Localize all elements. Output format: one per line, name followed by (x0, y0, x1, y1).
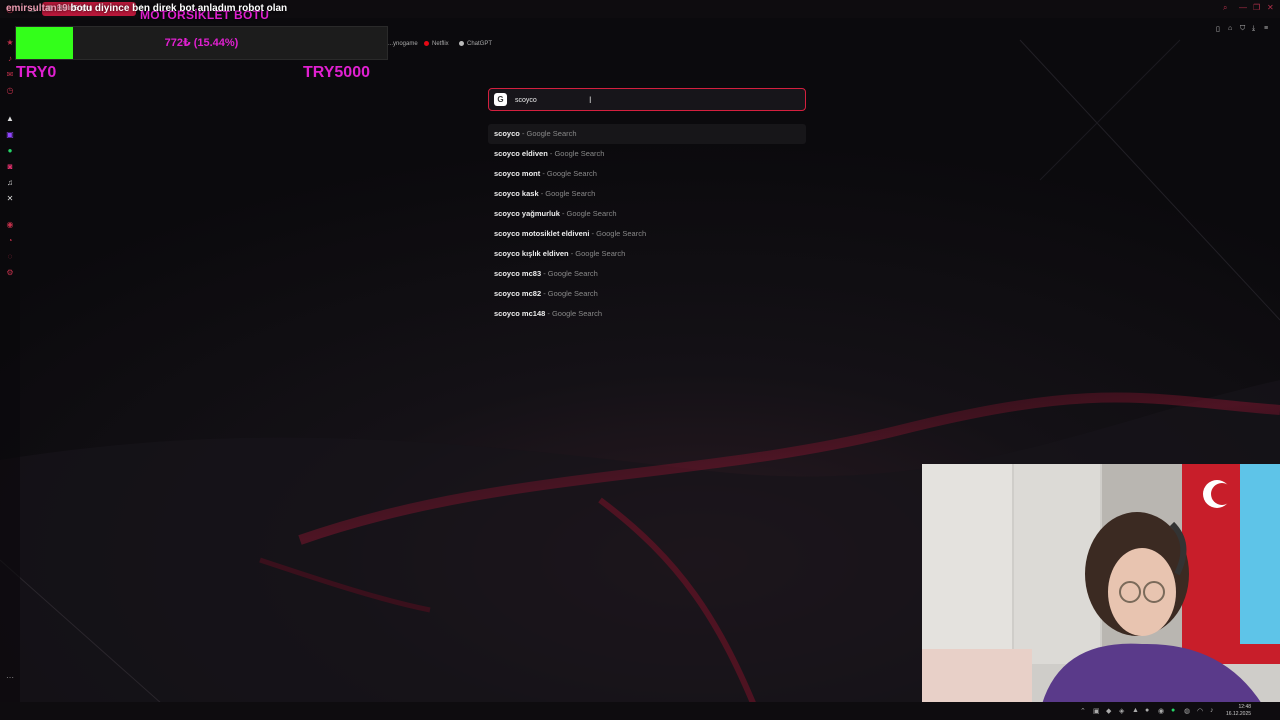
suggestion-query: scoyco mc83 (494, 269, 542, 278)
suggestion-query: scoyco motosiklet eldiveni (494, 229, 590, 238)
sidebar-chat-icon[interactable]: ◌ (5, 252, 15, 262)
tray-app-icon[interactable]: ● (1145, 707, 1149, 714)
tray-whatsapp-icon[interactable]: ● (1171, 707, 1175, 714)
suggestion-item[interactable]: scoyco mc82 - Google Search (488, 284, 806, 304)
suggestion-source: - Google Search (547, 149, 605, 158)
tray-app-icon[interactable]: ◍ (1184, 707, 1190, 715)
sidebar-x-icon[interactable]: ✕ (5, 194, 15, 204)
taskbar: ⌃ ▣ ◆ ◈ ▲ ● ◉ ● ◍ ◠ ♪ 12:48 16.12.2025 (0, 702, 1280, 720)
tray-app-icon[interactable]: ◆ (1106, 707, 1111, 715)
sidebar-instagram-icon[interactable]: ◙ (5, 162, 15, 172)
download-icon[interactable]: ⤓ (1252, 25, 1255, 33)
suggestion-source: - Google Search (541, 269, 598, 278)
suggestion-query: scoyco kask (494, 189, 539, 198)
sidebar-whatsapp-icon[interactable]: ● (5, 146, 15, 156)
google-icon: G (494, 93, 507, 106)
suggestion-source: - Google Search (559, 209, 617, 218)
suggestion-item[interactable]: scoyco eldiven - Google Search (488, 144, 806, 164)
bookmark-icon[interactable]: ▯ (1216, 25, 1220, 33)
suggestion-item[interactable]: scoyco motosiklet eldiveni - Google Sear… (488, 224, 806, 244)
sidebar-history-icon[interactable]: ◷ (5, 86, 15, 96)
suggestion-source: - Google Search (538, 189, 596, 198)
fund-min-label: TRY0 (16, 64, 57, 81)
suggestion-query: scoyco mc82 (494, 289, 542, 298)
minimize-icon[interactable]: — (1239, 3, 1247, 12)
sidebar-music-icon[interactable]: ♪ (5, 54, 15, 64)
suggestion-item[interactable]: scoyco mc148 - Google Search (488, 304, 806, 324)
fund-max-label: TRY5000 (303, 64, 370, 81)
suggestion-query: scoyco yağmurluk (494, 209, 560, 218)
browser-sidebar: ★ ♪ ✉ ◷ ▲ ▣ ● ◙ ♫ ✕ ◉ ◔ ◌ ⚙ ⋯ (0, 18, 20, 720)
suggestion-source: - Google Search (540, 169, 597, 178)
suggestion-item[interactable]: scoyco mc83 - Google Search (488, 264, 806, 284)
suggestion-query: scoyco mont (494, 169, 541, 178)
bookmark-item[interactable]: ...ynogame (388, 41, 418, 47)
search-bar[interactable]: G I (488, 88, 806, 111)
webcam-image (922, 464, 1280, 704)
suggestion-item[interactable]: scoyco mont - Google Search (488, 164, 806, 184)
suggestion-item[interactable]: scoyco - Google Search (488, 124, 806, 144)
sidebar-more-icon[interactable]: ⋯ (5, 673, 15, 683)
sidebar-settings-icon[interactable]: ⚙ (5, 268, 15, 278)
sidebar-twitch-icon[interactable]: ▣ (5, 130, 15, 140)
volume-icon[interactable]: ♪ (1210, 707, 1214, 714)
tray-chevron-icon[interactable]: ⌃ (1080, 707, 1086, 715)
suggestion-query: scoyco kışlık eldiven (494, 249, 569, 258)
suggestion-item[interactable]: scoyco kask - Google Search (488, 184, 806, 204)
lock-icon[interactable]: ⌂ (1228, 25, 1232, 32)
search-suggestions: scoyco - Google Search scoyco eldiven - G… (488, 124, 806, 324)
tray-app-icon[interactable]: ▣ (1093, 707, 1100, 715)
bookmark-chatgpt[interactable]: ChatGPT (459, 41, 492, 47)
suggestion-source: - Google Search (541, 289, 598, 298)
sidebar-pinboard-icon[interactable]: ◉ (5, 220, 15, 230)
sidebar-tiktok-icon[interactable]: ♫ (5, 178, 15, 188)
sidebar-messenger-icon[interactable]: ✉ (5, 70, 15, 80)
suggestion-query: scoyco mc148 (494, 309, 546, 318)
sidebar-bookmarks-icon[interactable]: ★ (5, 38, 15, 48)
wifi-icon[interactable]: ◠ (1197, 707, 1203, 715)
bookmark-netflix[interactable]: Netflix (424, 41, 449, 47)
stream-chat-message: emirsultan19 botu diyince ben direk bot … (6, 3, 287, 14)
suggestion-item[interactable]: scoyco kışlık eldiven - Google Search (488, 244, 806, 264)
shield-icon[interactable]: ⛉ (1240, 25, 1245, 33)
chat-username: emirsultan19 (6, 3, 68, 14)
suggestion-item[interactable]: scoyco yağmurluk - Google Search (488, 204, 806, 224)
netflix-icon (424, 41, 429, 46)
search-tabs-icon[interactable]: ⌕ (1223, 3, 1227, 13)
chatgpt-icon (459, 41, 464, 46)
tray-app-icon[interactable]: ◈ (1119, 707, 1124, 715)
text-cursor-icon: I (589, 95, 592, 105)
fund-progress-text: 772₺ (15.44%) (164, 37, 239, 49)
suggestion-source: - Google Search (519, 129, 577, 138)
fund-progress-bar: 772₺ (15.44%) (15, 26, 388, 60)
suggestion-source: - Google Search (545, 309, 602, 318)
suggestion-source: - Google Search (589, 229, 647, 238)
search-input[interactable] (515, 92, 765, 108)
sidebar-clock-icon[interactable]: ◔ (5, 236, 15, 246)
menu-icon[interactable]: ≡ (1264, 25, 1268, 32)
suggestion-query: scoyco eldiven (494, 149, 548, 158)
close-icon[interactable]: ✕ (1267, 3, 1274, 12)
system-clock[interactable]: 12:48 16.12.2025 (1226, 704, 1251, 718)
sidebar-aria-icon[interactable]: ▲ (5, 114, 15, 124)
tray-app-icon[interactable]: ▲ (1132, 707, 1139, 714)
suggestion-source: - Google Search (568, 249, 626, 258)
chat-message-text: botu diyince ben direk bot anladım robot… (70, 3, 288, 14)
maximize-icon[interactable]: ❐ (1253, 3, 1260, 12)
suggestion-query: scoyco (494, 129, 520, 138)
tray-app-icon[interactable]: ◉ (1158, 707, 1164, 715)
webcam-overlay (922, 464, 1280, 704)
